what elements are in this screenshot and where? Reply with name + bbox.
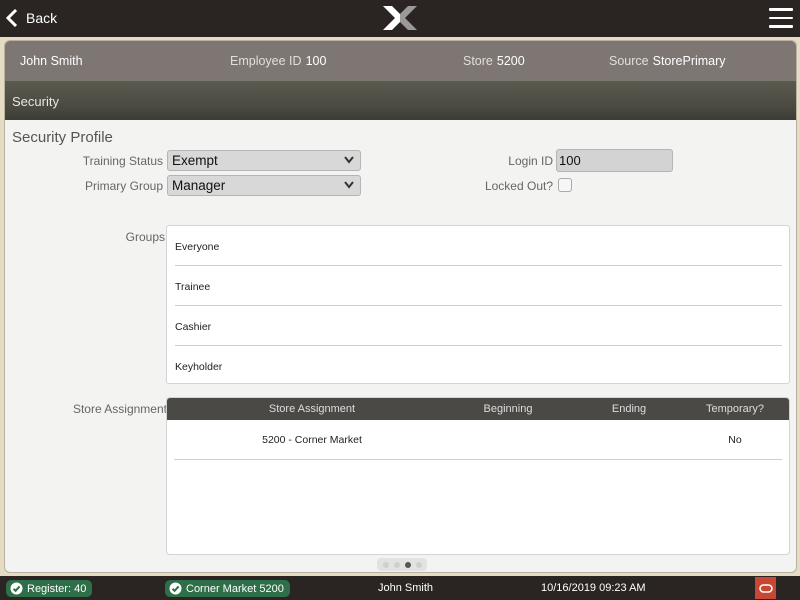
back-label: Back xyxy=(26,10,58,26)
primary-group-label: Primary Group xyxy=(84,179,163,193)
page-dot-active[interactable] xyxy=(404,561,411,568)
store-assignment-table: Store Assignment Beginning Ending Tempor… xyxy=(166,397,790,555)
page-dot[interactable] xyxy=(382,561,389,568)
hamburger-menu-icon[interactable] xyxy=(769,8,793,29)
store-badge: Corner Market 5200 xyxy=(165,580,290,597)
employee-id-field: Employee ID 100 xyxy=(230,54,327,68)
page-indicator xyxy=(377,558,427,571)
check-circle-icon xyxy=(169,582,182,595)
check-circle-icon xyxy=(10,582,23,595)
back-button[interactable]: Back xyxy=(6,6,57,30)
login-id-label: Login ID xyxy=(508,154,553,168)
chevron-down-icon xyxy=(344,156,354,164)
group-item[interactable]: Everyone xyxy=(175,226,782,266)
source-field: Source StorePrimary xyxy=(609,54,726,68)
oracle-logo-button[interactable] xyxy=(755,577,776,599)
group-item[interactable]: Cashier xyxy=(175,306,782,346)
page-dot[interactable] xyxy=(415,561,422,568)
section-title-bar: Security xyxy=(5,81,796,120)
groups-label: Groups xyxy=(125,230,165,244)
column-header-ending: Ending xyxy=(611,403,647,415)
group-item[interactable]: Trainee xyxy=(175,266,782,306)
login-id-field[interactable]: 100 xyxy=(556,149,673,172)
top-bar: Back xyxy=(0,0,800,37)
chevron-down-icon xyxy=(344,181,354,189)
oracle-icon xyxy=(758,583,773,593)
column-header-store: Store Assignment xyxy=(268,403,356,415)
store-assignment-label: Store Assignment xyxy=(72,402,167,416)
employee-header: John Smith Employee ID 100 Store 5200 Sour… xyxy=(5,41,796,81)
chevron-left-icon xyxy=(6,9,18,27)
status-datetime: 10/16/2019 09:23 AM xyxy=(541,582,646,594)
status-user: John Smith xyxy=(378,582,434,594)
column-header-beginning: Beginning xyxy=(483,403,533,415)
locked-out-label: Locked Out? xyxy=(484,179,553,193)
training-status-select[interactable]: Exempt xyxy=(167,150,361,171)
table-header: Store Assignment Beginning Ending Tempor… xyxy=(167,398,789,420)
group-item[interactable]: Keyholder xyxy=(175,346,782,386)
locked-out-checkbox[interactable] xyxy=(558,178,572,192)
groups-list: Everyone Trainee Cashier Keyholder xyxy=(166,225,790,384)
employee-security-panel: John Smith Employee ID 100 Store 5200 Sour… xyxy=(4,40,797,573)
page-dot[interactable] xyxy=(393,561,400,568)
table-row[interactable]: 5200 - Corner Market No xyxy=(174,420,782,460)
store-field: Store 5200 xyxy=(463,54,525,68)
x-logo-icon xyxy=(383,6,417,30)
training-status-label: Training Status xyxy=(82,154,163,168)
profile-title: Security Profile xyxy=(12,129,113,146)
employee-name: John Smith xyxy=(20,54,83,68)
register-badge: Register: 40 xyxy=(6,580,93,597)
cell-store: 5200 - Corner Market xyxy=(262,434,362,446)
column-header-temporary: Temporary? xyxy=(705,403,765,415)
primary-group-select[interactable]: Manager xyxy=(167,175,361,196)
cell-temporary: No xyxy=(728,434,742,446)
status-bar: Register: 40 Corner Market 5200 John Smi… xyxy=(0,576,800,600)
